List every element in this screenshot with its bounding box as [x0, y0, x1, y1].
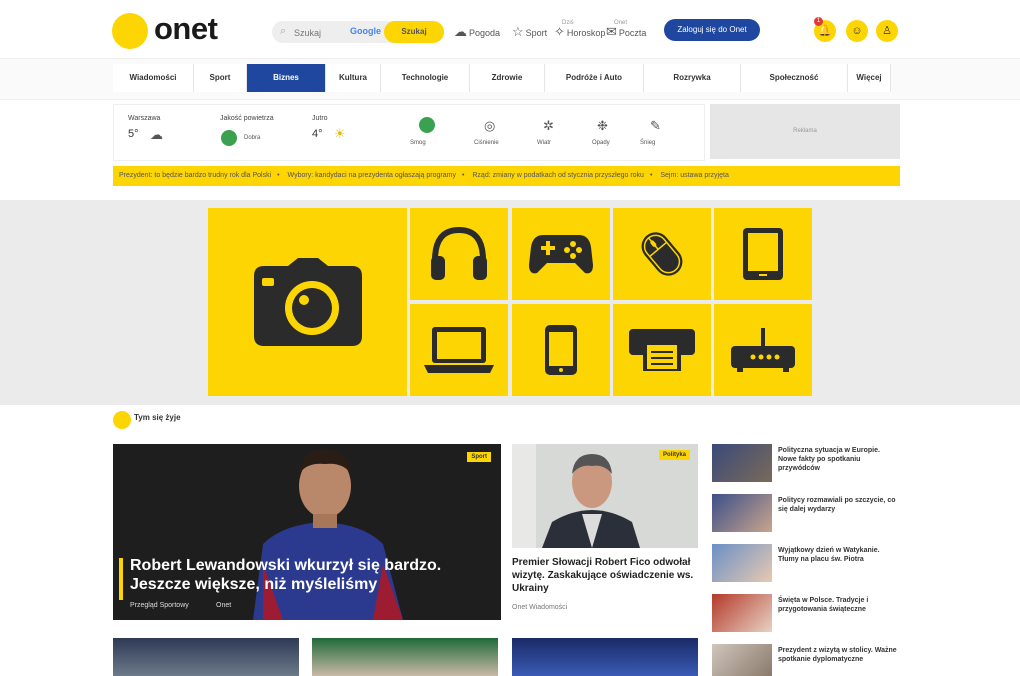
- side-story-image[interactable]: [712, 444, 772, 482]
- side-story-image[interactable]: [712, 544, 772, 582]
- wx-label-2: Wiatr: [537, 140, 551, 146]
- nav-item-2[interactable]: Biznes: [247, 64, 326, 92]
- side-story-image[interactable]: [712, 594, 772, 632]
- side-story-image[interactable]: [712, 644, 772, 676]
- cloud-icon: ☁: [150, 127, 163, 142]
- ad-placeholder: Reklama: [710, 104, 900, 159]
- weather-city: Warszawa: [128, 115, 161, 122]
- side-story-headline[interactable]: Politycy rozmawiali po szczycie, co się …: [778, 496, 900, 514]
- bottom-story-card[interactable]: [512, 638, 698, 676]
- main-story-author[interactable]: Przegląd Sportowy: [130, 602, 189, 609]
- tile-tablet[interactable]: [714, 208, 812, 300]
- rain-icon: ❉: [597, 118, 608, 133]
- air-quality-label: Jakość powietrza: [220, 115, 274, 122]
- main-story-headline[interactable]: Robert Lewandowski wkurzył się bardzo. J…: [130, 556, 450, 594]
- headphones-icon: [431, 226, 487, 280]
- router-icon: [731, 328, 795, 372]
- ticker-item[interactable]: Prezydent: to będzie bardzo trudny rok d…: [119, 172, 271, 179]
- tile-camera[interactable]: [208, 208, 407, 396]
- printer-icon: [629, 329, 695, 371]
- cloud-icon: ☁: [454, 24, 467, 39]
- gift-icon[interactable]: ☺: [846, 20, 868, 42]
- nav-item-8[interactable]: Społeczność: [741, 64, 848, 92]
- weather-widget[interactable]: [113, 104, 705, 161]
- wind-icon: ✲: [543, 118, 554, 133]
- sun-icon: ☀: [334, 126, 346, 141]
- tile-headphones[interactable]: [410, 208, 508, 300]
- wx-label-4: Śnieg: [640, 140, 656, 146]
- mid-story-tag[interactable]: Polityka: [658, 450, 690, 460]
- side-story-headline[interactable]: Wyjątkowy dzień w Watykanie. Tłumy na pl…: [778, 546, 900, 564]
- section-title: Tym się żyje: [134, 413, 181, 422]
- nav-item-7[interactable]: Rozrywka: [644, 64, 741, 92]
- snow-icon: ✎: [650, 118, 661, 133]
- header-link-horoscope[interactable]: Dziś ✧ Horoskop: [554, 20, 605, 42]
- air-quality-indicator: [221, 130, 237, 146]
- mid-story-headline[interactable]: Premier Słowacji Robert Fico odwołał wiz…: [512, 556, 698, 595]
- mid-story-card[interactable]: Polityka: [512, 444, 698, 548]
- tile-mouse[interactable]: [613, 208, 711, 300]
- search-button[interactable]: Szukaj: [384, 21, 444, 43]
- main-story-source: Onet: [216, 602, 232, 609]
- section-icon: [113, 411, 131, 429]
- news-ticker[interactable]: Prezydent: to będzie bardzo trudny rok d…: [113, 166, 900, 186]
- nav-item-4[interactable]: Technologie: [381, 64, 470, 92]
- gamepad-icon: [529, 235, 593, 274]
- mouse-icon: [641, 232, 683, 276]
- camera-icon: [253, 258, 362, 346]
- notification-badge: 1: [814, 17, 823, 26]
- google-label: Google: [350, 26, 381, 36]
- header-link-mail[interactable]: Onet ✉ Poczta: [606, 20, 646, 42]
- promo-band: [0, 200, 1020, 405]
- smog-icon: [419, 117, 435, 133]
- bottom-story-card[interactable]: [113, 638, 299, 676]
- air-quality-status: Dobra: [244, 135, 261, 141]
- nav-item-0[interactable]: Wiadomości: [113, 64, 194, 92]
- search-box[interactable]: ⌕ Google Szukaj: [272, 21, 444, 43]
- main-story-tag[interactable]: Sport: [467, 452, 491, 462]
- login-button[interactable]: Zaloguj się do Onet: [664, 19, 760, 41]
- ticker-item[interactable]: Rząd: zmiany w podatkach od stycznia prz…: [472, 172, 644, 179]
- weather-second-label: Jutro: [312, 115, 328, 122]
- nav-item-1[interactable]: Sport: [194, 64, 247, 92]
- bottom-story-card[interactable]: [312, 638, 498, 676]
- tile-gamepad[interactable]: [512, 208, 610, 300]
- side-story-headline[interactable]: Polityczna sytuacja w Europie. Nowe fakt…: [778, 446, 900, 473]
- wx-label-1: Ciśnienie: [474, 140, 499, 146]
- search-input[interactable]: [292, 25, 346, 41]
- tile-printer[interactable]: [613, 304, 711, 396]
- onet-logo-dot[interactable]: [112, 13, 148, 49]
- search-icon: ⌕: [280, 25, 287, 37]
- weather-temp: 5°: [128, 128, 139, 140]
- smartphone-icon: [545, 325, 577, 375]
- tablet-icon: [743, 228, 783, 280]
- side-story-headline[interactable]: Święta w Polsce. Tradycje i przygotowani…: [778, 596, 900, 614]
- tile-router[interactable]: [714, 304, 812, 396]
- nav-item-9[interactable]: Więcej: [848, 64, 891, 92]
- wx-label-0: Smog: [410, 140, 426, 146]
- ticker-item[interactable]: Sejm: ustawa przyjęta: [660, 172, 728, 179]
- onet-logo-text[interactable]: onet: [154, 10, 218, 48]
- nav-item-5[interactable]: Zdrowie: [470, 64, 545, 92]
- mid-story-meta: Onet Wiadomości: [512, 604, 568, 611]
- tile-smartphone[interactable]: [512, 304, 610, 396]
- tile-laptop[interactable]: [410, 304, 508, 396]
- ticker-item[interactable]: Wybory: kandydaci na prezydenta ogłaszaj…: [288, 172, 456, 179]
- user-icon[interactable]: ♙: [876, 20, 898, 42]
- header-link-weather[interactable]: ☁ Pogoda: [454, 22, 500, 42]
- side-story-headline[interactable]: Prezydent z wizytą w stolicy. Ważne spot…: [778, 646, 900, 664]
- side-story-image[interactable]: [712, 494, 772, 532]
- weather-second-temp: 4°: [312, 128, 323, 140]
- pressure-icon: ◎: [484, 118, 496, 133]
- headline-accent: [119, 558, 123, 600]
- nav-item-3[interactable]: Kultura: [326, 64, 381, 92]
- wx-label-3: Opady: [592, 140, 610, 146]
- nav-item-6[interactable]: Podróże i Auto: [545, 64, 644, 92]
- star-icon: ☆: [512, 24, 524, 39]
- header-link-sport[interactable]: ☆ Sport: [512, 22, 547, 42]
- laptop-icon: [424, 327, 494, 373]
